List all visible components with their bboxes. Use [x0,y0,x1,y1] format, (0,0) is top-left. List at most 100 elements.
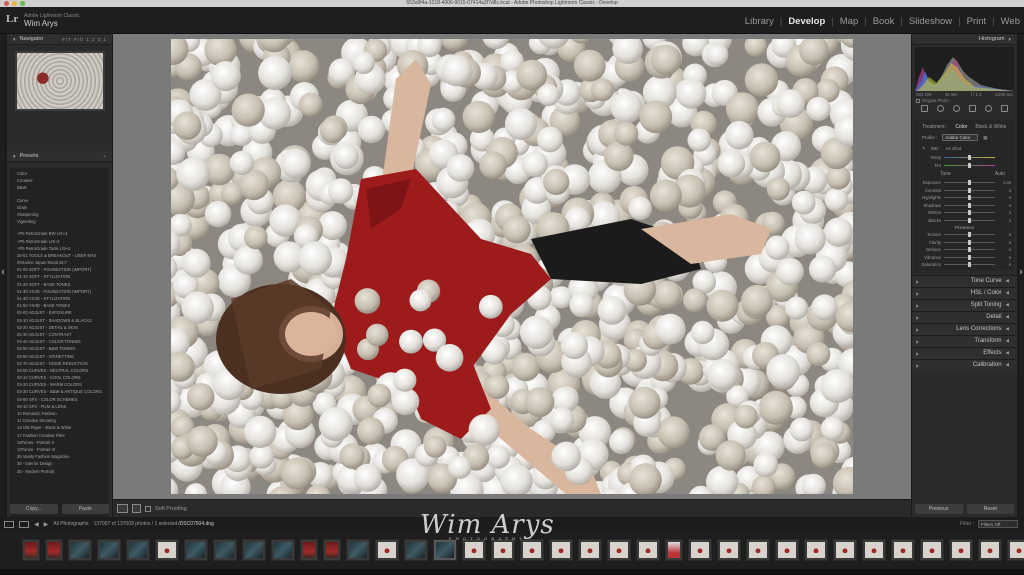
slider-track[interactable] [944,254,995,260]
close-window-button[interactable] [4,1,9,6]
preset-item[interactable]: 01-30 VIVID - FOUNDATION (IMPORT) [10,288,109,295]
preset-item[interactable]: Sharpening [10,211,109,218]
slider-value[interactable]: 0 [995,262,1011,267]
second-monitor-icon[interactable] [19,520,29,528]
filmstrip-thumbnail[interactable] [636,539,660,561]
crop-tool-icon[interactable] [921,105,929,112]
preset-item[interactable]: +P5 RetroGrade Tools Lr5+4 [10,245,109,252]
preset-item[interactable]: 10 Romantic Fashion [10,410,109,417]
filmstrip-thumbnail[interactable] [775,539,799,561]
spot-removal-icon[interactable] [937,105,945,112]
wb-select[interactable]: As Shot [946,146,962,151]
slider-value[interactable]: 0 [995,210,1011,215]
preset-item[interactable]: +P5 RetroGrade Lr5+4 [10,238,109,245]
filmstrip-thumbnail[interactable] [155,539,179,561]
slider-row[interactable]: Blacks 0 [918,217,1011,225]
filmstrip-thumbnail[interactable] [746,539,770,561]
filter-select[interactable]: Filters Off [978,520,1018,528]
filmstrip-thumbnail[interactable] [688,539,712,561]
filmstrip-thumbnail[interactable] [978,539,1002,561]
preset-item[interactable]: Color [10,170,109,177]
slider-track[interactable] [944,262,995,268]
minimize-window-button[interactable] [12,1,17,6]
module-print[interactable]: Print [967,16,987,27]
filmstrip-thumbnail[interactable] [300,539,318,561]
preset-item[interactable]: 00Karine Japan Mood sin? [10,259,109,266]
preset-item[interactable]: 02-10 ADJUST - SHADOWS & BLACKS [10,317,109,324]
preset-item[interactable]: 01-50 VIVID - BASE TONES [10,302,109,309]
profile-select[interactable]: Adobe Color [942,134,979,141]
filmstrip-thumbnail[interactable] [433,539,457,561]
slider-value[interactable]: 0 [995,232,1011,237]
previous-button[interactable]: Previous [915,504,963,514]
loupe-view-icon[interactable] [117,504,128,513]
filmstrip-thumbnail[interactable] [462,539,486,561]
slider-row[interactable]: Exposure 0.00 [918,179,1011,187]
preset-item[interactable]: 04-00 SFX - COLOR SCHEMES [10,396,109,403]
filmstrip-thumbnail[interactable] [242,539,266,561]
preset-item[interactable]: Creative [10,177,109,184]
slider-value[interactable]: 0 [995,240,1011,245]
slider-track[interactable] [944,180,995,186]
panel-section-header[interactable]: Detail ◀ [912,310,1017,323]
slider-row[interactable]: Whites 0 [918,209,1011,217]
panel-section-header[interactable]: HSL / Color ◀ [912,286,1017,299]
navigator-preview[interactable] [14,51,105,111]
treatment-color-tab[interactable]: Color [955,124,967,130]
filmstrip-thumbnail[interactable] [607,539,631,561]
reset-button[interactable]: Reset [966,504,1014,514]
preset-item[interactable]: 19Tunes - Portrait III [10,446,109,453]
slider-value[interactable]: 0 [995,203,1011,208]
treatment-bw-tab[interactable]: Black & White [975,124,1006,130]
filmstrip-thumbnail[interactable] [549,539,573,561]
add-preset-icon[interactable]: + [103,154,107,159]
filmstrip-thumbnail[interactable] [404,539,428,561]
slider-value[interactable]: 0 [995,188,1011,193]
preset-item[interactable]: 03-00 CURVES - NEUTRAL COLORS [10,367,109,374]
preset-item[interactable]: 02-00 ADJUST - EXPOSURE [10,309,109,316]
slider-row[interactable]: Clarity 0 [918,239,1011,247]
preset-item[interactable]: 04-10 SFX - FILM & LENS [10,403,109,410]
slider-track[interactable] [944,210,995,216]
preset-item[interactable]: +P5 RetroGrade BW Lr5+4 [10,230,109,237]
module-web[interactable]: Web [1001,16,1020,27]
filmstrip-thumbnail[interactable] [184,539,208,561]
filmstrip-thumbnail[interactable] [323,539,341,561]
original-photo-checkbox[interactable] [916,98,920,103]
slider-row[interactable]: Texture 0 [918,231,1011,239]
panel-section-header[interactable]: Transform ◀ [912,334,1017,347]
panel-switch-icon[interactable] [916,363,919,368]
module-map[interactable]: Map [840,16,858,27]
preset-item[interactable]: 03-30 CURVES - B&W & ANTIQUE COLORS [10,388,109,395]
main-monitor-icon[interactable] [4,520,14,528]
preset-item[interactable]: Curve [10,197,109,204]
red-eye-icon[interactable] [953,105,961,112]
preset-item[interactable]: 25 Vanity Fashion Magazine [10,453,109,460]
auto-button[interactable]: Auto [995,171,1005,177]
panel-switch-icon[interactable] [916,303,919,308]
slider-row[interactable]: Saturation 0 [918,261,1011,269]
slider-row[interactable]: Dehaze 0 [918,246,1011,254]
preset-item[interactable]: 03-10 CURVES - COOL COLORS [10,374,109,381]
preset-item[interactable]: 02-70 ADJUST - NOISE REDUCTION [10,360,109,367]
soft-proofing-checkbox[interactable] [145,505,151,512]
eyedropper-icon[interactable]: ✎ [922,146,926,152]
preset-item[interactable]: 01-00 SOFT - FOUNDATION (IMPORT) [10,266,109,273]
preset-item[interactable]: 30 - Interior Design [10,460,109,467]
before-after-icon[interactable] [132,504,141,513]
filmstrip-thumbnail[interactable] [126,539,150,561]
histogram-header[interactable]: Histogram ▼ [912,34,1017,45]
filmstrip-thumbnail[interactable] [45,539,63,561]
presets-header[interactable]: ▼ Presets + [7,151,112,162]
slider-row[interactable]: Contrast 0 [918,187,1011,195]
preset-item[interactable]: 02-40 ADJUST - COLOR TONING [10,338,109,345]
slider-track[interactable] [944,232,995,238]
preset-item[interactable]: B&W [10,184,109,191]
preset-item[interactable]: 03-20 CURVES - WARM COLORS [10,381,109,388]
panel-section-header[interactable]: Tone Curve ◀ [912,274,1017,287]
preset-item[interactable]: 01-20 SOFT - BASE TONES [10,281,109,288]
module-book[interactable]: Book [873,16,895,27]
preset-item[interactable]: 11 Creative Shooting [10,417,109,424]
filmstrip-thumbnail[interactable] [1007,539,1024,561]
panel-switch-icon[interactable] [916,339,919,344]
